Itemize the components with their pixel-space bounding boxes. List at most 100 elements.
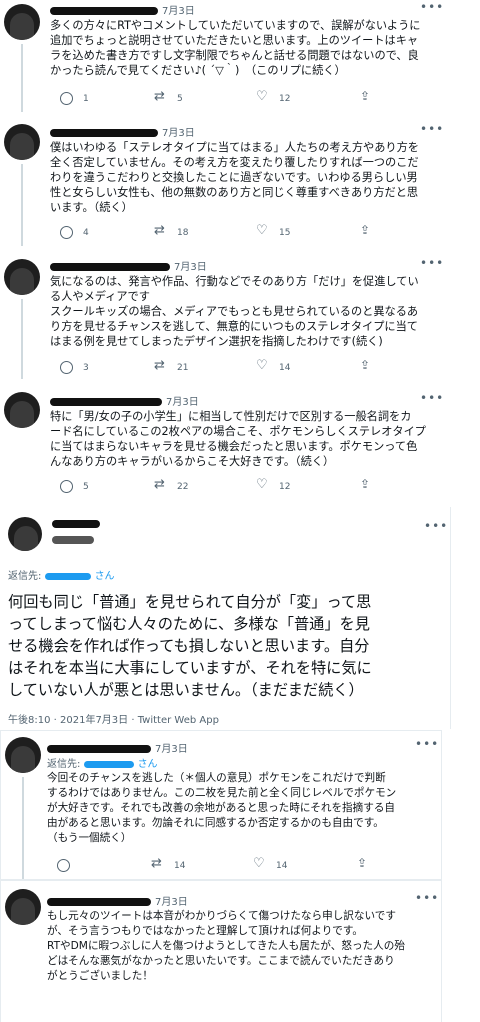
avatar[interactable] xyxy=(5,737,41,773)
redacted-handle[interactable] xyxy=(83,760,134,768)
share-icon xyxy=(360,89,373,105)
more-icon[interactable]: ••• xyxy=(420,391,444,405)
tweet-header: 7月3日 xyxy=(47,893,188,908)
like-count: 12 xyxy=(279,481,291,492)
retweet-count: 5 xyxy=(177,93,183,104)
reply-button[interactable]: 3 xyxy=(60,361,89,374)
like-count: 12 xyxy=(279,93,291,104)
like-count: 15 xyxy=(279,227,291,238)
like-icon xyxy=(256,358,269,374)
tweet-text: 多くの方々にRTやコメントしていただいていますので、誤解がないように 追加でちょ… xyxy=(50,19,421,77)
tweet-header: 7月3日 xyxy=(50,393,199,408)
user-name[interactable] xyxy=(52,519,104,530)
reply-icon xyxy=(57,859,70,872)
retweet-icon xyxy=(154,223,167,239)
tweet-date[interactable]: 7月3日 xyxy=(155,897,188,908)
tweet-date[interactable]: 7月3日 xyxy=(162,6,195,17)
reply-to-suffix[interactable]: さん xyxy=(95,571,115,582)
more-icon[interactable]: ••• xyxy=(420,122,444,136)
tweet-3[interactable]: 7月3日 ••• 気になるのは、発言や作品、行動などでそのあり方「だけ」を促進し… xyxy=(0,255,443,379)
avatar[interactable] xyxy=(4,124,40,160)
like-icon xyxy=(256,223,269,239)
reply-button[interactable]: 5 xyxy=(60,480,89,493)
share-button[interactable] xyxy=(360,358,373,374)
more-icon[interactable]: ••• xyxy=(424,519,448,533)
share-icon xyxy=(357,856,370,872)
retweet-button[interactable]: 21 xyxy=(154,358,188,374)
like-count: 14 xyxy=(279,362,291,373)
avatar[interactable] xyxy=(8,517,42,551)
tweet-date[interactable]: 7月3日 xyxy=(174,262,207,273)
focused-tweet: ••• 返信先: さん 何回も同じ「普通」を見せられて自分が「変」って思 ってし… xyxy=(0,507,451,729)
tweet-4[interactable]: 7月3日 ••• 特に「男/女の子の小学生」に相当して性別だけで区別する一般名詞… xyxy=(0,388,443,496)
retweet-button[interactable]: 14 xyxy=(151,856,186,872)
tweet-1[interactable]: 7月3日 ••• 多くの方々にRTやコメントしていただいていますので、誤解がない… xyxy=(0,0,443,112)
retweet-icon xyxy=(151,856,164,872)
reply-button[interactable]: 1 xyxy=(60,92,89,105)
share-button[interactable] xyxy=(360,477,373,493)
like-button[interactable]: 12 xyxy=(256,477,291,493)
avatar[interactable] xyxy=(4,4,40,40)
tweet-actions: 5 22 12 xyxy=(60,477,430,494)
retweet-count: 14 xyxy=(174,860,186,871)
retweet-icon xyxy=(154,358,167,374)
redacted-name xyxy=(50,263,170,271)
reply-to-label: 返信先: xyxy=(47,759,81,770)
more-icon[interactable]: ••• xyxy=(415,891,439,905)
tweet-actions: 1 5 12 xyxy=(60,89,430,106)
avatar[interactable] xyxy=(4,259,40,295)
thread-line xyxy=(22,777,24,879)
like-icon xyxy=(253,856,266,872)
tweet-actions: 4 18 15 xyxy=(60,223,430,240)
reply-to: 返信先: さん xyxy=(8,567,115,582)
retweet-icon xyxy=(154,477,167,493)
tweet-text: 気になるのは、発言や作品、行動などでそのあり方「だけ」を促進してい る人やメディ… xyxy=(50,275,419,348)
more-icon[interactable]: ••• xyxy=(420,0,444,14)
share-button[interactable] xyxy=(360,223,373,239)
user-handle[interactable] xyxy=(52,535,98,546)
redacted-handle[interactable] xyxy=(44,572,91,580)
avatar[interactable] xyxy=(5,889,41,925)
reply-count: 5 xyxy=(83,481,89,492)
reply-icon xyxy=(60,361,73,374)
thread-line xyxy=(21,299,23,379)
more-icon[interactable]: ••• xyxy=(420,256,444,270)
share-icon xyxy=(360,358,373,374)
reply-icon xyxy=(60,480,73,493)
avatar[interactable] xyxy=(4,392,40,428)
reply-button[interactable]: 4 xyxy=(60,226,89,239)
like-button[interactable]: 14 xyxy=(253,856,288,872)
reply-icon xyxy=(60,92,73,105)
reply-to-label: 返信先: xyxy=(8,571,42,582)
tweet-date[interactable]: 7月3日 xyxy=(155,744,188,755)
thread-line xyxy=(21,44,23,112)
retweet-count: 22 xyxy=(177,481,189,492)
reply-tweet-2[interactable]: 7月3日 ••• もし元々のツイートは本音がわかりづらくて傷つけたなら申し訳ない… xyxy=(0,880,442,1022)
tweet-meta[interactable]: 午後8:10 · 2021年7月3日 · Twitter Web App xyxy=(8,711,219,726)
tweet-2[interactable]: 7月3日 ••• 僕はいわゆる「ステレオタイプに当てはまる」人たちの考え方やあり… xyxy=(0,120,443,246)
reply-to: 返信先: さん xyxy=(47,755,158,770)
retweet-button[interactable]: 18 xyxy=(154,223,188,239)
reply-icon xyxy=(60,226,73,239)
tweet-text: もし元々のツイートは本音がわかりづらくて傷つけたなら申し訳ないです が、そう言う… xyxy=(47,910,405,982)
share-button[interactable] xyxy=(357,856,370,872)
tweet-text: 特に「男/女の子の小学生」に相当して性別だけで区別する一般名詞をカ ード名にして… xyxy=(50,410,426,468)
reply-tweet-1[interactable]: 7月3日 ••• 返信先: さん 今回そのチャンスを逃した（＊個人の意見）ポケモ… xyxy=(0,730,442,880)
tweet-actions: 3 21 14 xyxy=(60,358,430,375)
more-icon[interactable]: ••• xyxy=(415,737,439,751)
share-button[interactable] xyxy=(360,89,373,105)
reply-button[interactable] xyxy=(57,859,70,872)
like-button[interactable]: 14 xyxy=(256,358,291,374)
reply-to-suffix[interactable]: さん xyxy=(138,759,158,770)
retweet-button[interactable]: 5 xyxy=(154,89,183,105)
retweet-button[interactable]: 22 xyxy=(154,477,189,493)
tweet-date[interactable]: 7月3日 xyxy=(166,397,199,408)
redacted-handle xyxy=(52,536,94,544)
like-button[interactable]: 15 xyxy=(256,223,291,239)
tweet-date[interactable]: 7月3日 xyxy=(162,128,195,139)
like-count: 14 xyxy=(276,860,288,871)
thread-line xyxy=(21,164,23,246)
share-icon xyxy=(360,223,373,239)
like-button[interactable]: 12 xyxy=(256,89,291,105)
retweet-icon xyxy=(154,89,167,105)
